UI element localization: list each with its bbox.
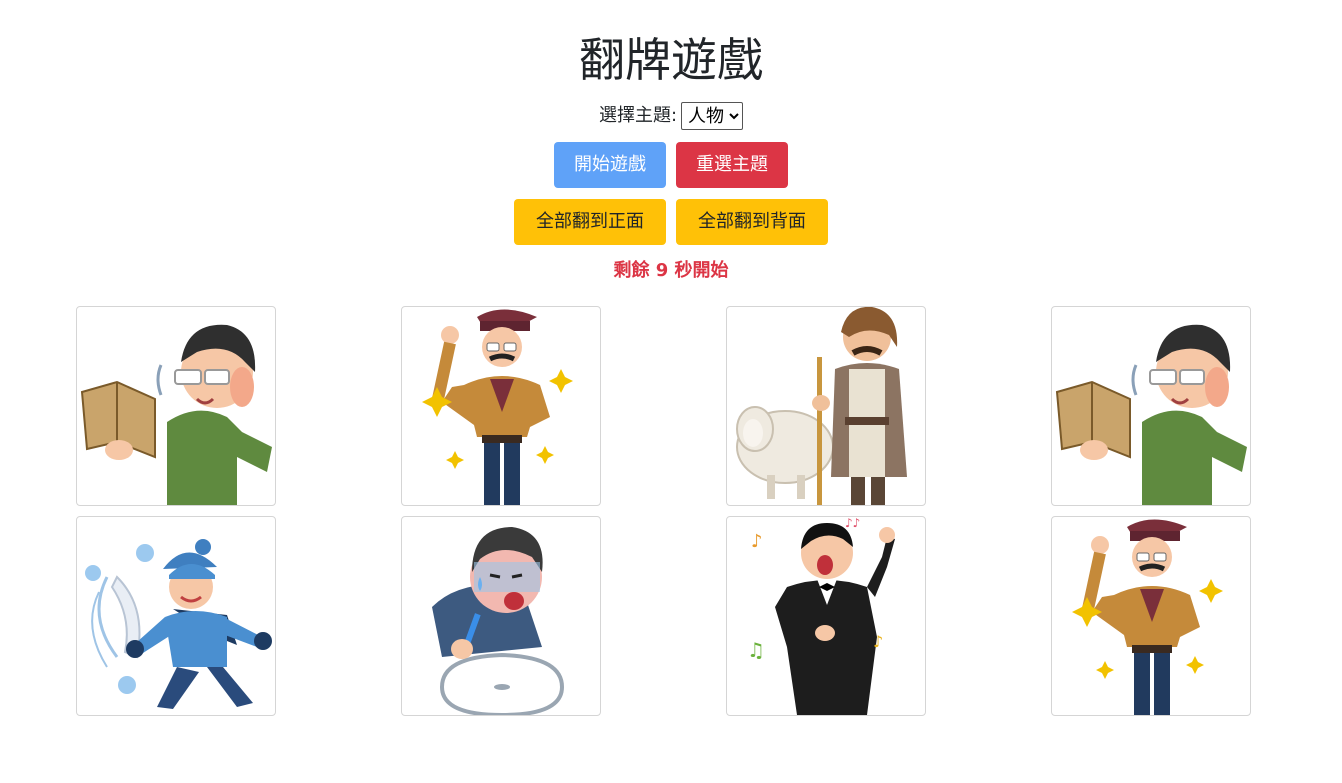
flip-controls: 全部翻到正面 全部翻到背面	[0, 199, 1342, 245]
memory-card[interactable]	[401, 306, 601, 506]
reading-man-illustration	[1055, 324, 1247, 505]
detective-man-illustration	[1072, 519, 1223, 715]
theme-select[interactable]: 人物	[681, 102, 744, 130]
memory-card[interactable]	[76, 516, 276, 716]
start-game-button[interactable]: 開始遊戲	[554, 142, 666, 188]
theme-label: 選擇主題:	[598, 105, 678, 126]
reselect-theme-button[interactable]: 重選主題	[676, 142, 788, 188]
shepherd-illustration	[736, 307, 907, 505]
svg-text:♪: ♪	[751, 531, 763, 552]
memory-card[interactable]	[1051, 516, 1251, 716]
cold-wind-person-illustration	[85, 539, 272, 709]
card-grid: ♪ ♫ ♪ ♪♪	[0, 306, 1342, 726]
memory-card[interactable]	[1051, 306, 1251, 506]
flip-all-back-button[interactable]: 全部翻到背面	[676, 199, 828, 245]
memory-card[interactable]	[726, 306, 926, 506]
page-title: 翻牌遊戲	[579, 33, 763, 87]
sick-man-basin-illustration	[432, 527, 565, 715]
svg-text:♪: ♪	[873, 632, 883, 651]
game-controls: 開始遊戲 重選主題	[0, 142, 1342, 188]
memory-card[interactable]	[76, 306, 276, 506]
memory-card[interactable]	[401, 516, 601, 716]
detective-man-illustration	[422, 309, 573, 505]
opera-singer-illustration: ♪ ♫ ♪ ♪♪	[747, 517, 895, 715]
countdown-text: 剩餘 9 秒開始	[613, 260, 729, 281]
memory-card[interactable]: ♪ ♫ ♪ ♪♪	[726, 516, 926, 716]
svg-text:♪♪: ♪♪	[845, 517, 860, 530]
reading-man-illustration	[80, 324, 272, 505]
flip-all-front-button[interactable]: 全部翻到正面	[514, 199, 666, 245]
theme-selector: 選擇主題: 人物	[0, 101, 1342, 131]
svg-text:♫: ♫	[747, 638, 765, 662]
